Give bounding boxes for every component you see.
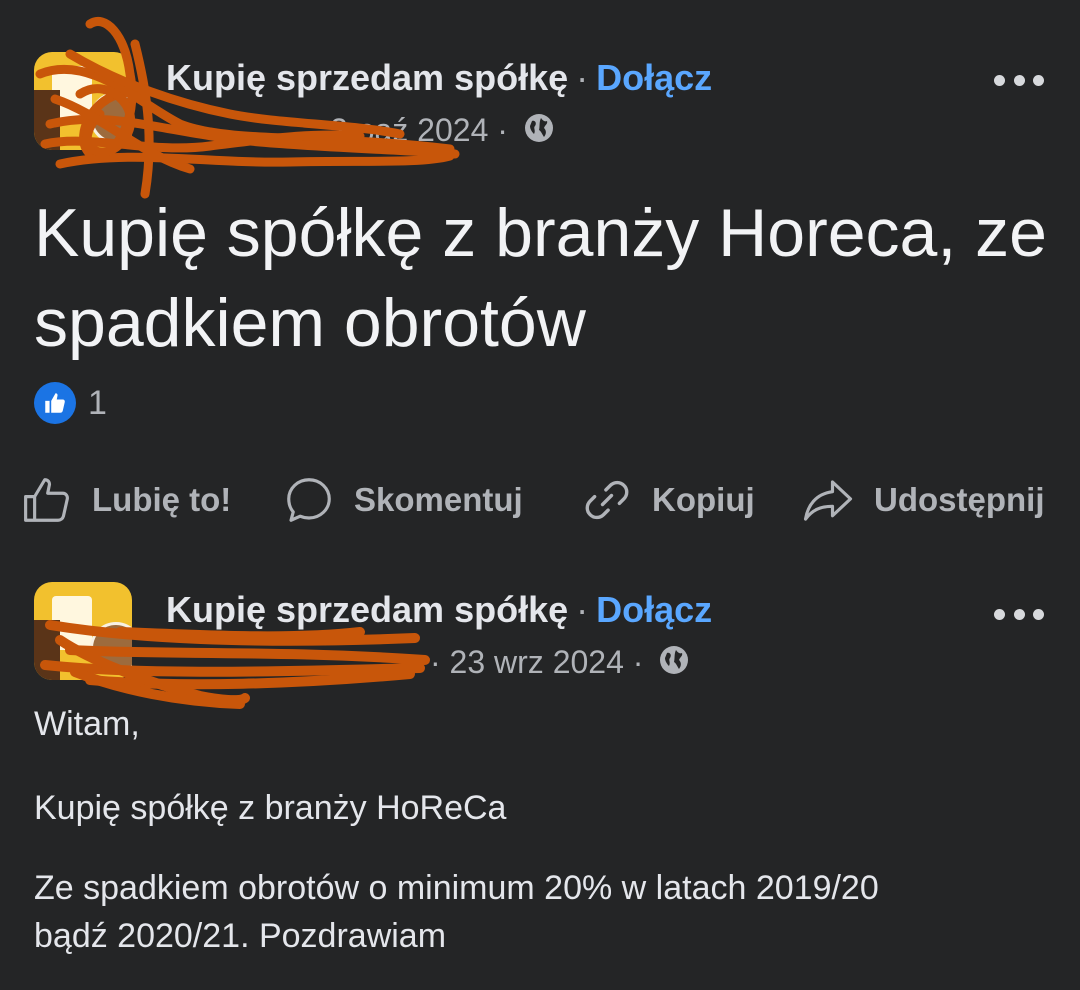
group-name-link[interactable]: Kupię sprzedam spółkę: [166, 589, 568, 630]
comment-bubble-icon: [287, 478, 331, 522]
like-button[interactable]: Lubię to!: [20, 472, 231, 528]
copy-label: Kopiuj: [652, 481, 755, 518]
separator-dot: ·: [576, 589, 589, 630]
share-label: Udostępnij: [874, 481, 1045, 518]
comment-button[interactable]: Skomentuj: [282, 472, 523, 528]
post-date[interactable]: 2 paź 2024: [330, 112, 488, 148]
post-header: Kupię sprzedam spółkę · Dołącz: [166, 56, 712, 100]
more-options-button[interactable]: [994, 68, 1044, 92]
post-title: Kupię spółkę z branży Horeca, ze spadkie…: [34, 195, 1047, 361]
post-meta: · 23 wrz 2024 ·: [430, 642, 690, 685]
post-body-line: Kupię spółkę z branży HoReCa: [34, 789, 507, 827]
post-meta: 2 paź 2024 ·: [330, 110, 555, 153]
copy-link-button[interactable]: Kopiuj: [580, 472, 755, 528]
reactions-summary[interactable]: 1: [34, 382, 107, 424]
share-arrow-icon: [803, 480, 853, 521]
thumbs-up-icon: [34, 382, 76, 424]
globe-icon: [658, 644, 690, 685]
separator-dot: ·: [497, 112, 508, 148]
separator-dot: ·: [430, 644, 441, 680]
group-avatar[interactable]: [34, 52, 132, 150]
separator-dot: ·: [632, 644, 644, 680]
share-button[interactable]: Udostępnij: [800, 472, 1045, 528]
join-group-link[interactable]: Dołącz: [596, 57, 712, 98]
more-options-button[interactable]: [994, 602, 1044, 626]
group-avatar[interactable]: [34, 582, 132, 680]
globe-icon: [523, 112, 555, 153]
post-card: Kupię sprzedam spółkę · Dołącz 2 paź 2024 …: [0, 0, 1080, 560]
group-name-link[interactable]: Kupię sprzedam spółkę: [166, 57, 568, 98]
action-bar: Lubię to! Skomentuj Kopiuj Udostępnij: [0, 472, 1080, 528]
thumbs-up-outline-icon: [24, 478, 69, 522]
post-body-paragraph: Ze spadkiem obrotów o minimum 20% w lata…: [34, 869, 879, 955]
like-label: Lubię to!: [92, 481, 232, 518]
comment-label: Skomentuj: [354, 481, 523, 518]
post-body-greeting: Witam,: [34, 705, 140, 743]
post-date[interactable]: 23 wrz 2024: [450, 644, 624, 680]
link-icon: [585, 480, 629, 520]
post-card: Kupię sprzedam spółkę · Dołącz · 23 wrz 20…: [0, 560, 1080, 990]
separator-dot: ·: [576, 57, 589, 98]
post-header: Kupię sprzedam spółkę · Dołącz: [166, 588, 712, 632]
reaction-count: 1: [88, 383, 107, 422]
join-group-link[interactable]: Dołącz: [596, 589, 712, 630]
